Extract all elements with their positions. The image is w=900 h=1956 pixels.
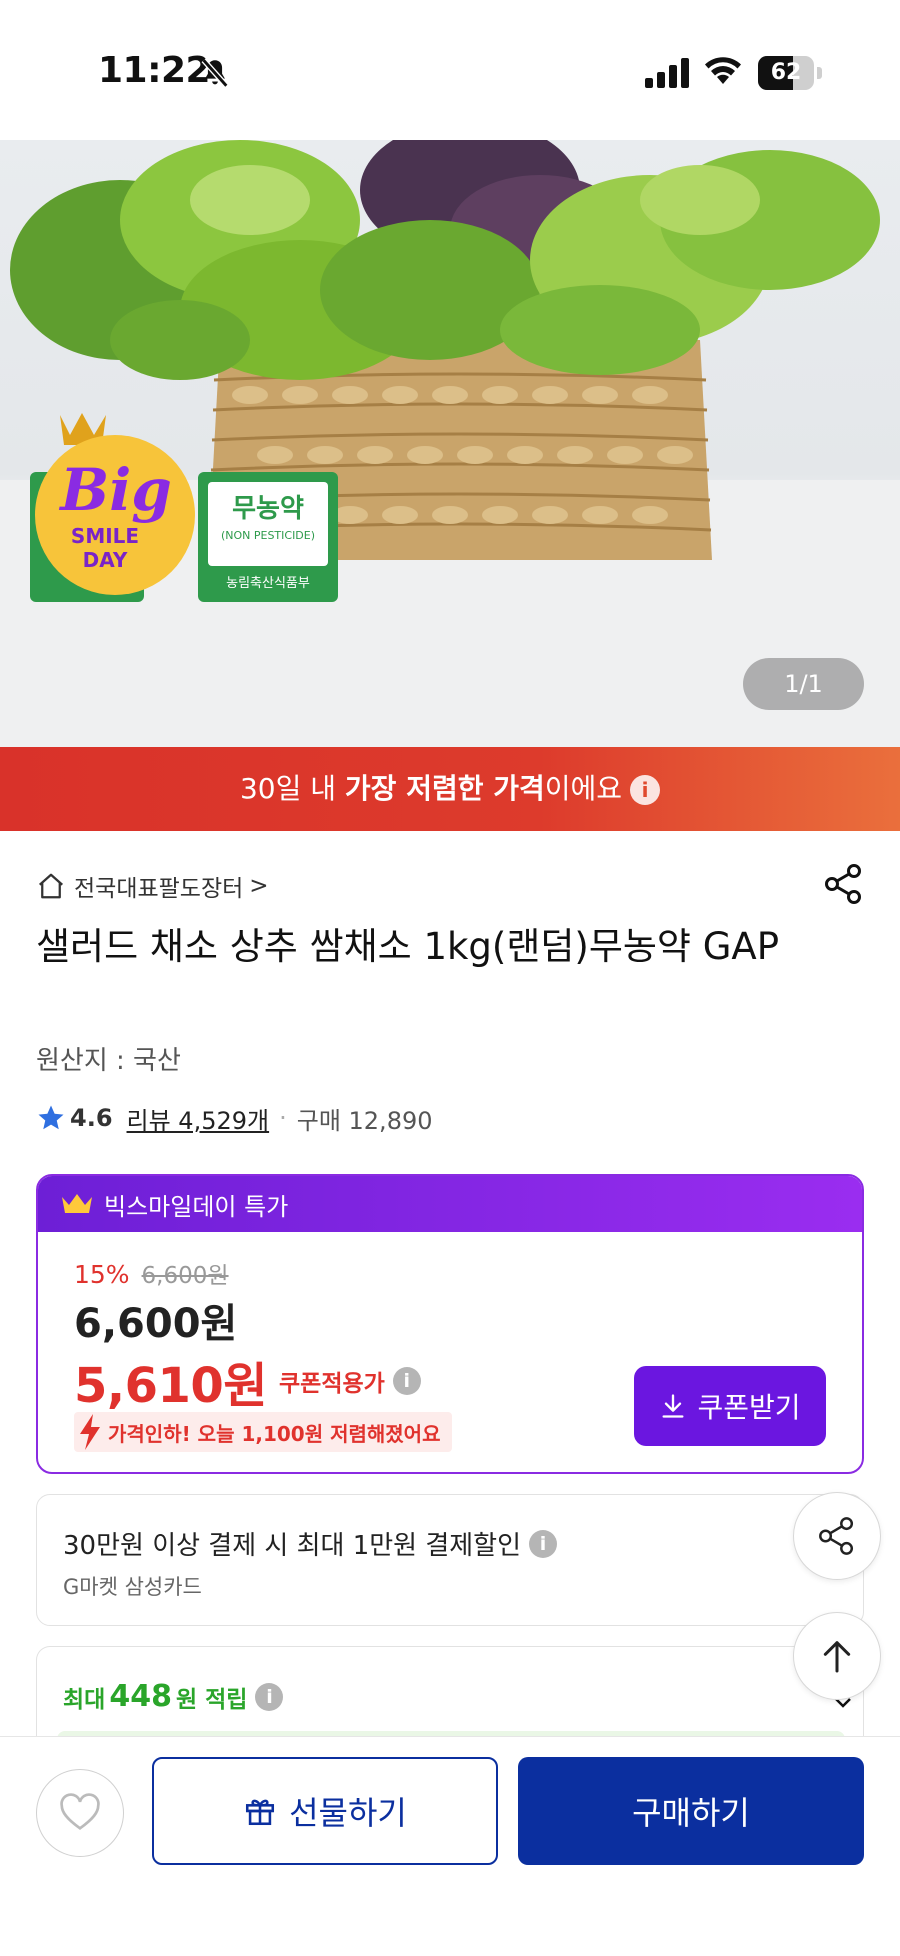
cert-issuer: 농림축산식품부 xyxy=(226,576,310,591)
star-icon xyxy=(38,1105,64,1130)
points-prefix: 최대 xyxy=(63,1686,106,1713)
home-icon xyxy=(39,873,63,899)
status-time: 11:22 xyxy=(98,50,211,91)
product-origin: 원산지 : 국산 xyxy=(36,1046,181,1076)
non-pesticide-cert: 무농약 (NON PESTICIDE) xyxy=(208,482,328,566)
rating-row: 4.6 리뷰 4,529개 · 구매 12,890 xyxy=(36,1100,433,1136)
gift-icon xyxy=(246,1799,275,1826)
battery-body: 62 xyxy=(758,56,814,90)
battery-tip xyxy=(817,67,822,79)
review-count-link[interactable]: 리뷰 4,529개 xyxy=(127,1101,270,1136)
original-price: 6,600원 xyxy=(141,1263,229,1289)
coupon-price: 5,610원 xyxy=(74,1358,268,1414)
svg-text:DAY: DAY xyxy=(83,548,128,572)
cert-title: 무농약 xyxy=(232,494,304,524)
points-suffix: 원 적립 xyxy=(175,1686,248,1713)
banner-text-suffix: 이에요 xyxy=(544,772,623,805)
big-smile-day-deal-card: 빅스마일데이 특가 15% 6,600원 6,600원 5,610원 쿠폰적용가… xyxy=(36,1174,864,1474)
info-icon[interactable]: i xyxy=(630,775,661,805)
price-drop-text: 가격인하! 오늘 1,100원 저렴해졌어요 xyxy=(108,1421,441,1446)
gift-label: 선물하기 xyxy=(289,1794,407,1832)
crown-icon xyxy=(62,1194,92,1213)
arrow-up-icon xyxy=(823,1641,851,1673)
purchase-count: 구매 12,890 xyxy=(296,1106,433,1135)
points-label: 최대 448 원 적립 i xyxy=(63,1679,284,1714)
lettuce-leaves xyxy=(10,140,880,380)
rating-score: 4.6 xyxy=(70,1104,113,1132)
card-discount-panel[interactable]: 30만원 이상 결제 시 최대 1만원 결제할인 i G마켓 삼성카드 xyxy=(36,1494,864,1626)
card-discount-title: 30만원 이상 결제 시 최대 1만원 결제할인 i xyxy=(63,1525,558,1562)
floating-share-button[interactable] xyxy=(793,1492,881,1580)
product-image-carousel[interactable]: Big SMILE DAY 무농약 (NON PESTICIDE) 농림축산식품… xyxy=(0,140,900,747)
chevron-right-icon: > xyxy=(249,873,269,899)
heart-icon xyxy=(60,1793,100,1830)
carousel-page-indicator: 1/1 xyxy=(743,658,864,710)
discount-row: 15% 6,600원 xyxy=(74,1256,229,1290)
banner-text-prefix: 30일 내 xyxy=(239,772,345,805)
big-smile-day-badge: Big SMILE DAY xyxy=(35,413,195,595)
info-icon[interactable]: i xyxy=(392,1367,421,1395)
bell-muted-icon xyxy=(201,58,229,88)
cellular-signal-icon xyxy=(645,58,689,88)
share-icon[interactable] xyxy=(822,862,866,906)
info-icon[interactable]: i xyxy=(255,1682,284,1711)
buy-label: 구매하기 xyxy=(632,1794,750,1832)
battery-percent: 62 xyxy=(770,60,802,85)
price-drop-notice: 가격인하! 오늘 1,100원 저렴해졌어요 xyxy=(74,1412,453,1452)
lowest-price-banner[interactable]: 30일 내 가장 저렴한 가격이에요 i xyxy=(0,747,900,831)
get-coupon-label: 쿠폰받기 xyxy=(697,1391,801,1424)
cert-subtitle: (NON PESTICIDE) xyxy=(220,529,316,542)
wishlist-button[interactable] xyxy=(36,1769,124,1857)
gift-button[interactable]: 선물하기 xyxy=(152,1757,498,1865)
discount-percent: 15% xyxy=(74,1260,130,1289)
info-icon[interactable]: i xyxy=(529,1529,558,1558)
banner-text-bold: 가장 저렴한 가격 xyxy=(344,772,545,805)
coupon-price-label: 쿠폰적용가 xyxy=(279,1371,385,1397)
download-icon xyxy=(662,1394,684,1418)
product-title: 샐러드 채소 상추 쌈채소 1kg(랜덤)무농약 GAP xyxy=(36,925,780,968)
svg-text:Big: Big xyxy=(58,456,172,524)
points-amount: 448 xyxy=(109,1679,172,1714)
lightning-bolt-icon xyxy=(80,1414,100,1450)
card-discount-title-text: 30만원 이상 결제 시 최대 1만원 결제할인 xyxy=(63,1531,522,1561)
svg-text:SMILE: SMILE xyxy=(71,524,139,548)
scroll-to-top-button[interactable] xyxy=(793,1612,881,1700)
buy-button[interactable]: 구매하기 xyxy=(518,1757,864,1865)
card-name: G마켓 삼성카드 xyxy=(63,1575,202,1599)
wifi-icon xyxy=(705,57,741,84)
seller-name: 전국대표팔도장터 xyxy=(74,876,244,902)
coupon-price-row: 5,610원 쿠폰적용가 i xyxy=(74,1346,421,1416)
bottom-action-bar: 선물하기 구매하기 xyxy=(0,1736,900,1956)
status-bar: 11:22 62 xyxy=(0,0,900,140)
sale-price: 6,600원 xyxy=(74,1301,238,1347)
battery-indicator: 62 xyxy=(758,56,822,90)
separator-dot: · xyxy=(279,1104,287,1132)
deal-header-label: 빅스마일데이 특가 xyxy=(104,1192,289,1221)
deal-header: 빅스마일데이 특가 xyxy=(38,1176,862,1232)
share-icon xyxy=(819,1517,854,1555)
seller-store-link[interactable]: 전국대표팔도장터 > xyxy=(36,868,269,904)
get-coupon-button[interactable]: 쿠폰받기 xyxy=(634,1366,826,1446)
